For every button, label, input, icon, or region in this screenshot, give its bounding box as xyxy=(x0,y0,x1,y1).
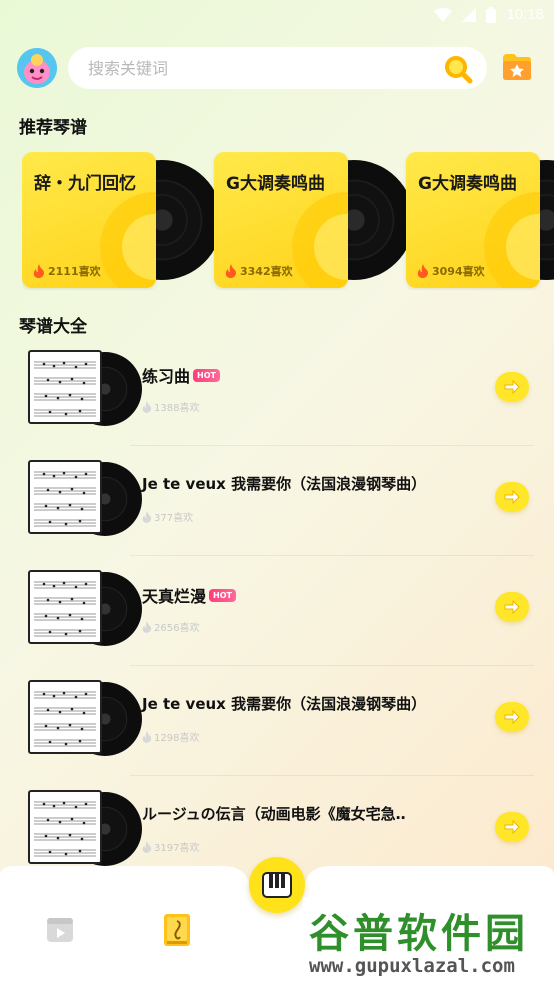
status-time: 10:18 xyxy=(506,6,544,23)
featured-title: G大调奏鸣曲 xyxy=(226,174,325,194)
score-tab[interactable] xyxy=(163,913,191,947)
list-item-likes: 3197喜欢 xyxy=(142,839,199,854)
watermark: 谷普软件园 www.gupuxlazal.com xyxy=(303,897,553,982)
flame-icon xyxy=(225,264,236,278)
flame-icon xyxy=(142,400,152,413)
list-item-likes-text: 3197喜欢 xyxy=(154,843,200,854)
list-item-title-text: Je te veux 我需要你（法国浪漫钢琴曲） xyxy=(142,695,427,713)
list-item-likes: 1388喜欢 xyxy=(142,399,199,414)
open-score-button[interactable] xyxy=(495,372,529,402)
search-icon[interactable] xyxy=(443,54,473,84)
featured-cover: 辞・九门回忆 2111喜欢 xyxy=(22,152,156,288)
score-book-icon xyxy=(164,914,190,946)
arrow-right-icon xyxy=(504,600,520,614)
featured-likes-text: 2111喜欢 xyxy=(48,265,101,278)
featured-card[interactable]: 辞・九门回忆 2111喜欢 xyxy=(22,152,222,288)
list-item-title-text: Je te veux 我需要你（法国浪漫钢琴曲） xyxy=(142,475,427,493)
featured-likes: 3094喜欢 xyxy=(417,263,485,279)
avatar[interactable] xyxy=(17,48,57,88)
featured-likes-text: 3094喜欢 xyxy=(432,265,485,278)
featured-card[interactable]: G大调奏鸣曲 3094喜欢 xyxy=(406,152,554,288)
score-thumbnail xyxy=(28,790,142,866)
list-item-title: 练习曲 HOT xyxy=(142,363,220,387)
search-input[interactable] xyxy=(88,47,428,89)
piano-icon xyxy=(262,872,292,898)
list-item-title-text: 天真烂漫 xyxy=(142,587,207,606)
open-score-button[interactable] xyxy=(495,702,529,732)
list-item[interactable]: 练习曲 HOT 1388喜欢 xyxy=(0,336,554,446)
score-thumbnail xyxy=(28,350,142,426)
list-item-title-text: ルージュの伝言（动画电影《魔女宅急‥ xyxy=(142,805,406,823)
featured-carousel[interactable]: 辞・九门回忆 2111喜欢 G大调奏鸣曲 3342喜欢 G大调奏鸣曲 3094喜… xyxy=(22,152,554,290)
list-item-title-text: 练习曲 xyxy=(142,367,191,386)
list-item-likes: 2656喜欢 xyxy=(142,619,199,634)
flame-icon xyxy=(33,264,44,278)
video-icon xyxy=(47,918,73,942)
list-item-title: Je te veux 我需要你（法国浪漫钢琴曲） xyxy=(142,693,426,714)
open-score-button[interactable] xyxy=(495,812,529,842)
list-item-likes: 1298喜欢 xyxy=(142,729,199,744)
list-item-title: Je te veux 我需要你（法国浪漫钢琴曲） xyxy=(142,473,426,494)
list-item[interactable]: 天真烂漫 HOT 2656喜欢 xyxy=(0,556,554,666)
featured-likes: 3342喜欢 xyxy=(225,263,293,279)
arrow-right-icon xyxy=(504,490,520,504)
flame-icon xyxy=(142,620,152,633)
featured-likes: 2111喜欢 xyxy=(33,263,101,279)
hot-badge: HOT xyxy=(209,588,236,602)
open-score-button[interactable] xyxy=(495,482,529,512)
recommended-section-title: 推荐琴谱 xyxy=(19,118,87,138)
open-score-button[interactable] xyxy=(495,592,529,622)
list-item-title: ルージュの伝言（动画电影《魔女宅急‥ xyxy=(142,803,406,824)
watermark-en: www.gupuxlazal.com xyxy=(309,955,515,977)
flame-icon xyxy=(142,840,152,853)
score-thumbnail xyxy=(28,570,142,646)
featured-title: 辞・九门回忆 xyxy=(34,174,136,194)
piano-button[interactable] xyxy=(249,857,305,913)
featured-card[interactable]: G大调奏鸣曲 3342喜欢 xyxy=(214,152,414,288)
favorites-icon[interactable] xyxy=(500,50,534,84)
score-thumbnail xyxy=(28,680,142,756)
battery-icon xyxy=(486,6,497,23)
flame-icon xyxy=(417,264,428,278)
arrow-right-icon xyxy=(504,380,520,394)
hot-badge: HOT xyxy=(193,368,220,382)
list-item-likes-text: 1298喜欢 xyxy=(154,733,200,744)
list-item-likes-text: 1388喜欢 xyxy=(154,403,200,414)
all-scores-section-title: 琴谱大全 xyxy=(19,317,87,337)
arrow-right-icon xyxy=(504,710,520,724)
list-item-title: 天真烂漫 HOT xyxy=(142,583,236,607)
list-item-likes-text: 2656喜欢 xyxy=(154,623,200,634)
flame-icon xyxy=(142,510,152,523)
video-tab[interactable] xyxy=(45,915,75,945)
list-item[interactable]: Je te veux 我需要你（法国浪漫钢琴曲） 1298喜欢 xyxy=(0,666,554,776)
arrow-right-icon xyxy=(504,820,520,834)
flame-icon xyxy=(142,730,152,743)
list-item[interactable]: Je te veux 我需要你（法国浪漫钢琴曲） 377喜欢 xyxy=(0,446,554,556)
featured-likes-text: 3342喜欢 xyxy=(240,265,293,278)
featured-cover: G大调奏鸣曲 3094喜欢 xyxy=(406,152,540,288)
watermark-cn: 谷普软件园 xyxy=(309,911,529,957)
search-bar[interactable] xyxy=(68,47,487,89)
featured-cover: G大调奏鸣曲 3342喜欢 xyxy=(214,152,348,288)
featured-title: G大调奏鸣曲 xyxy=(418,174,517,194)
signal-icon xyxy=(462,7,477,22)
list-item-likes-text: 377喜欢 xyxy=(154,513,194,524)
wifi-icon xyxy=(434,7,453,22)
score-thumbnail xyxy=(28,460,142,536)
list-item-likes: 377喜欢 xyxy=(142,509,193,524)
status-bar: 10:18 xyxy=(0,0,554,32)
